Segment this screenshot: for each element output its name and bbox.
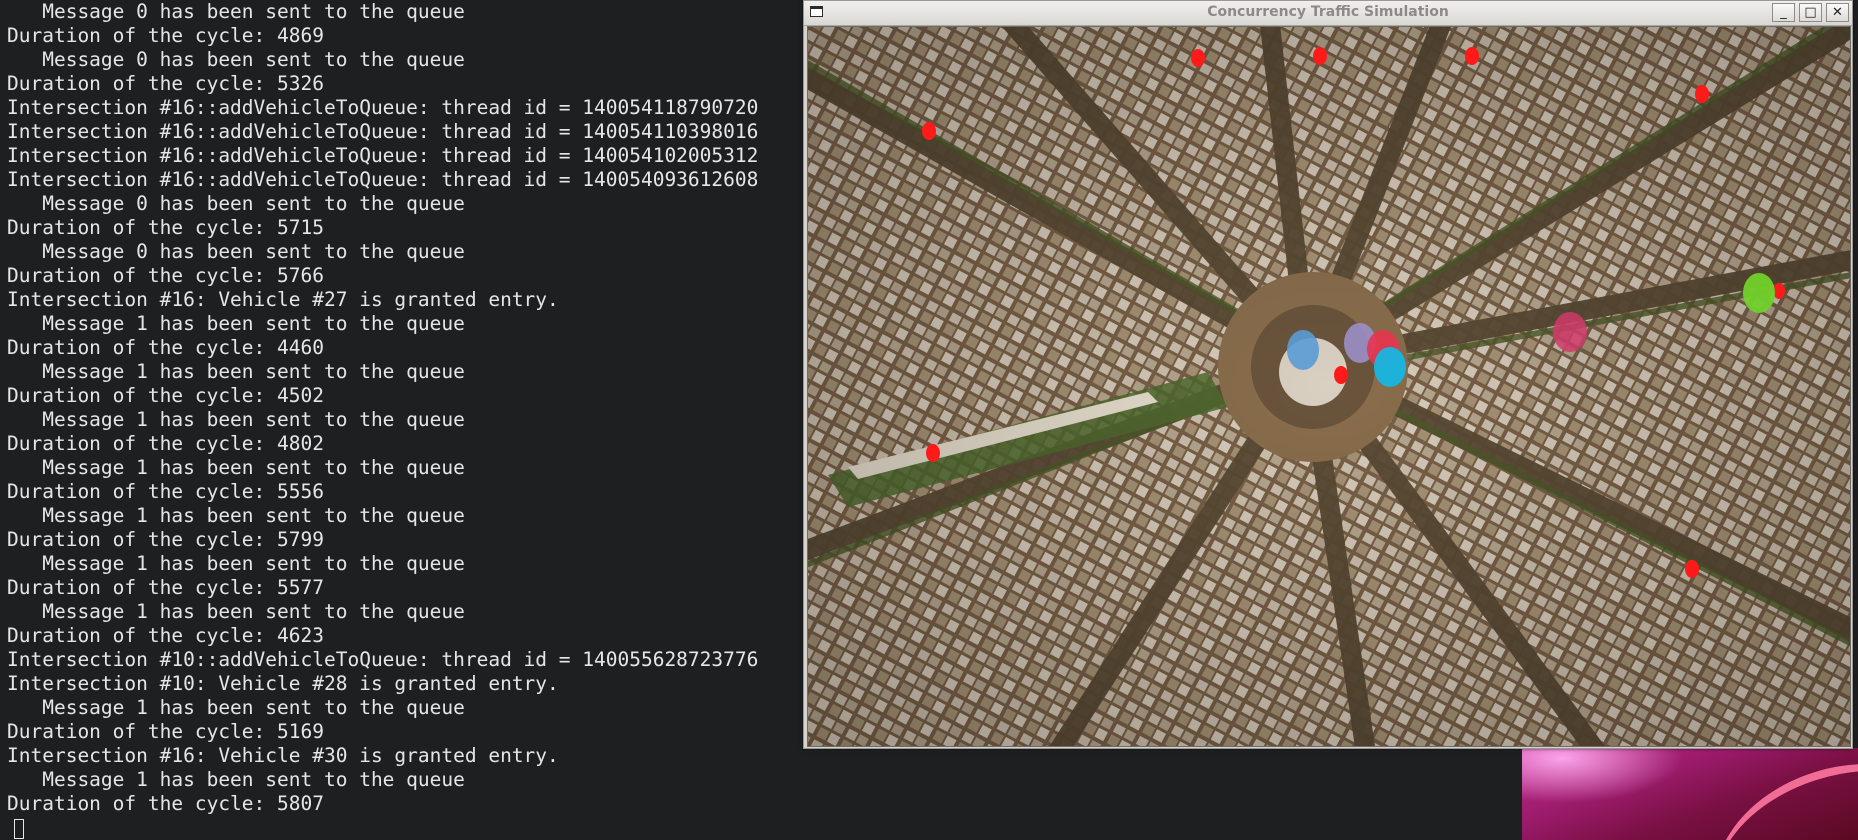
terminal-prompt[interactable]	[0, 816, 800, 840]
terminal-line: Duration of the cycle: 4623	[7, 624, 324, 647]
terminal-line: Message 0 has been sent to the queue	[7, 48, 465, 71]
vehicle	[1553, 312, 1587, 352]
terminal-line: Message 1 has been sent to the queue	[7, 408, 465, 431]
terminal-line: Duration of the cycle: 5766	[7, 264, 324, 287]
terminal-window[interactable]: Message 0 has been sent to the queue Dura…	[0, 0, 800, 840]
traffic-light	[1685, 560, 1699, 578]
vehicle	[1287, 330, 1319, 370]
terminal-line: Message 1 has been sent to the queue	[7, 768, 465, 791]
terminal-line: Duration of the cycle: 5326	[7, 72, 324, 95]
terminal-line: Duration of the cycle: 5807	[7, 792, 324, 815]
terminal-line: Intersection #16: Vehicle #27 is granted…	[7, 288, 559, 311]
terminal-line: Intersection #16::addVehicleToQueue: thr…	[7, 120, 759, 143]
maximize-button[interactable]: □	[1799, 3, 1822, 22]
terminal-line: Duration of the cycle: 5715	[7, 216, 324, 239]
terminal-line: Duration of the cycle: 4460	[7, 336, 324, 359]
terminal-line: Message 1 has been sent to the queue	[7, 552, 465, 575]
terminal-line: Duration of the cycle: 4802	[7, 432, 324, 455]
traffic-light	[1334, 366, 1348, 384]
terminal-line: Duration of the cycle: 5556	[7, 480, 324, 503]
terminal-line: Message 0 has been sent to the queue	[7, 240, 465, 263]
terminal-line: Intersection #10::addVehicleToQueue: thr…	[7, 648, 759, 671]
terminal-line: Duration of the cycle: 5577	[7, 576, 324, 599]
minimize-button[interactable]: _	[1772, 3, 1795, 22]
vehicle	[1374, 347, 1406, 387]
terminal-line: Duration of the cycle: 4869	[7, 24, 324, 47]
traffic-light	[1313, 47, 1327, 65]
terminal-line: Message 1 has been sent to the queue	[7, 504, 465, 527]
terminal-line: Message 1 has been sent to the queue	[7, 696, 465, 719]
traffic-light	[1191, 49, 1205, 67]
terminal-line: Message 0 has been sent to the queue	[7, 192, 465, 215]
terminal-line: Message 1 has been sent to the queue	[7, 312, 465, 335]
terminal-line: Duration of the cycle: 5799	[7, 528, 324, 551]
traffic-light	[1695, 85, 1709, 103]
window-titlebar[interactable]: Concurrency Traffic Simulation _ □ ✕	[804, 1, 1852, 26]
simulation-canvas	[807, 26, 1851, 747]
traffic-light	[1465, 47, 1479, 65]
terminal-line: Intersection #10: Vehicle #28 is granted…	[7, 672, 559, 695]
terminal-cursor	[14, 818, 24, 839]
close-button[interactable]: ✕	[1826, 3, 1849, 22]
terminal-line: Duration of the cycle: 4502	[7, 384, 324, 407]
terminal-line: Intersection #16: Vehicle #30 is granted…	[7, 744, 559, 767]
terminal-line: Message 1 has been sent to the queue	[7, 360, 465, 383]
traffic-light	[926, 444, 940, 462]
terminal-line: Intersection #16::addVehicleToQueue: thr…	[7, 144, 759, 167]
map-vignette	[808, 27, 1850, 746]
traffic-light	[922, 122, 936, 140]
terminal-line: Message 1 has been sent to the queue	[7, 600, 465, 623]
window-title: Concurrency Traffic Simulation	[1207, 4, 1449, 20]
simulation-window[interactable]: Concurrency Traffic Simulation _ □ ✕	[803, 0, 1853, 749]
terminal-line: Message 1 has been sent to the queue	[7, 456, 465, 479]
desktop-wallpaper	[1522, 748, 1858, 840]
vehicle	[1743, 273, 1775, 313]
terminal-line: Duration of the cycle: 5169	[7, 720, 324, 743]
terminal-line: Intersection #16::addVehicleToQueue: thr…	[7, 96, 759, 119]
terminal-line: Intersection #16::addVehicleToQueue: thr…	[7, 168, 759, 191]
terminal-line: Message 0 has been sent to the queue	[7, 0, 465, 23]
